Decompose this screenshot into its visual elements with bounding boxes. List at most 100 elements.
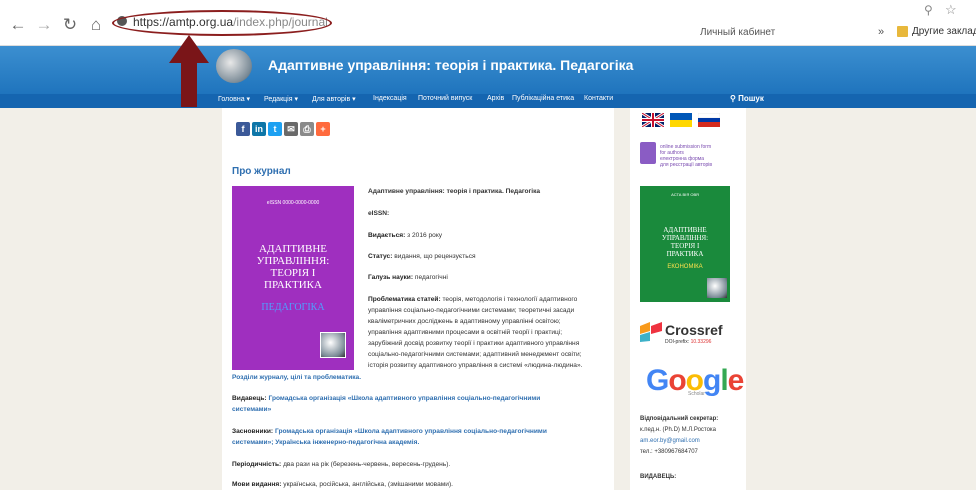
doi-prefix-value: 10.33296 [690, 339, 712, 345]
publisher-row: Видавець: Громадська організація «Школа … [232, 395, 540, 402]
cover-title-line: ПРАКТИКА [264, 279, 322, 291]
periodicity-label: Періодичність: [232, 461, 282, 468]
home-icon[interactable]: ⌂ [86, 16, 106, 34]
submission-form-link[interactable]: online submission form for authors елект… [660, 144, 712, 168]
print-icon[interactable]: ⎙ [300, 122, 314, 136]
submission-text: для реєстрації авторів [660, 162, 713, 168]
bookmarks-overflow-button[interactable]: » [878, 26, 884, 38]
secretary-phone: тел.: +380967684707 [640, 449, 698, 455]
uk-flag-icon[interactable] [642, 113, 664, 127]
field-row: Галузь науки: педагогічні [368, 274, 448, 281]
field-value: педагогічні [414, 274, 448, 281]
publisher-label: Видавець: [232, 395, 267, 402]
problems-text: кваліметричних досліджень в адаптивному … [368, 318, 561, 325]
cover2-title-line: ТЕОРІЯ І [670, 242, 700, 250]
publisher-link[interactable]: системами» [232, 406, 271, 413]
problems-text: соціально-педагогічними системами; адапт… [368, 351, 582, 358]
founders-row: Засновники: Громадська організація «Школ… [232, 428, 547, 435]
crossref-icon[interactable] [640, 322, 662, 342]
menu-item-editorial[interactable]: Редакція ▾ [264, 95, 298, 103]
crossref-logo[interactable]: Crossref [665, 322, 723, 338]
cover-issn: eISSN 0000-0000-0000 [266, 200, 320, 206]
problems-text: зарубіжний досвід розвитку теорії і прак… [368, 340, 580, 347]
published-value: з 2016 року [407, 232, 443, 239]
russia-flag-icon[interactable] [698, 113, 720, 127]
cover2-title: АДАПТИВНЕ УПРАВЛІННЯ: ТЕОРІЯ І ПРАКТИКА [640, 226, 730, 258]
share-more-icon[interactable]: + [316, 122, 330, 136]
form-icon[interactable] [640, 142, 656, 164]
site-logo[interactable] [216, 49, 252, 83]
menu-item-archive[interactable]: Архів [487, 95, 504, 102]
search-label: Пошук [738, 94, 764, 103]
cover-title-line: УПРАВЛІННЯ: [256, 255, 330, 267]
zoom-icon[interactable]: ⚲ [924, 3, 933, 17]
field-label: Галузь науки: [368, 274, 414, 281]
problems-text: управління адаптивними процесами в освіт… [368, 329, 563, 336]
personal-cabinet-link[interactable]: Личный кабинет [700, 27, 775, 38]
secretary-name: к.пед.н. (Ph.D) М.Л.Ростока [640, 427, 717, 433]
menu-item-indexing[interactable]: Індексація [373, 95, 407, 102]
cover2-header: АСТА ВІЯ ОВЯ [671, 192, 699, 197]
search-button[interactable]: ⚲ Пошук [730, 94, 764, 103]
economics-journal-cover[interactable]: АСТА ВІЯ ОВЯ АДАПТИВНЕ УПРАВЛІННЯ: ТЕОРІ… [640, 186, 730, 302]
cover2-title-line: ПРАКТИКА [666, 250, 704, 258]
doi-prefix: DOI-prefix: 10.33296 [665, 339, 711, 345]
problems-text: теорія, методологія і технології адаптив… [442, 296, 578, 303]
founders-label: Засновники: [232, 428, 274, 435]
menu-item-ethics[interactable]: Публікаційна етика [512, 95, 574, 102]
founders-link[interactable]: системами»; Українська інженерно-педагог… [232, 439, 419, 446]
published-row: Видається: з 2016 року [368, 232, 442, 239]
status-value: видання, що рецензується [394, 253, 476, 260]
eissn-label: eISSN: [368, 210, 390, 217]
url-highlight-ellipse [112, 10, 332, 36]
facebook-icon[interactable]: f [236, 122, 250, 136]
languages-value: українська, російська, англійська, (зміш… [283, 481, 453, 488]
menu-item-contacts[interactable]: Контакти [584, 95, 613, 102]
forward-icon[interactable]: → [34, 16, 54, 34]
periodicity-row: Періодичність: два рази на рік (березень… [232, 461, 450, 468]
cover-title-line: АДАПТИВНЕ [259, 243, 327, 255]
browser-toolbar: ← → ↻ ⌂ https://amtp.org.ua/index.php/jo… [0, 0, 976, 46]
sections-link[interactable]: Розділи журналу, цілі та проблематика. [232, 374, 361, 381]
cover-title: АДАПТИВНЕ УПРАВЛІННЯ: ТЕОРІЯ І ПРАКТИКА [232, 243, 354, 291]
cover2-title-line: АДАПТИВНЕ [663, 226, 707, 234]
cover-logo [320, 332, 346, 358]
secretary-label: Відповідальний секретар: [640, 416, 719, 422]
other-bookmarks-link[interactable]: Другие закладк [912, 26, 976, 37]
about-heading: Про журнал [232, 166, 291, 177]
status-row: Статус: видання, що рецензується [368, 253, 476, 260]
search-icon: ⚲ [730, 94, 736, 103]
cover2-logo [707, 278, 727, 298]
languages-row: Мови видання: українська, російська, анг… [232, 481, 453, 488]
red-arrow-icon [169, 35, 209, 107]
back-icon[interactable]: ← [8, 16, 28, 34]
publisher-link[interactable]: Громадська організація «Школа адаптивног… [268, 395, 540, 402]
twitter-icon[interactable]: t [268, 122, 282, 136]
scholar-label: Scholar [688, 391, 705, 397]
journal-cover: eISSN 0000-0000-0000 АДАПТИВНЕ УПРАВЛІНН… [232, 186, 354, 370]
reload-icon[interactable]: ↻ [60, 16, 80, 34]
folder-icon [897, 26, 908, 37]
sidebar-publisher-label: ВИДАВЕЦЬ: [640, 474, 677, 480]
menu-item-authors[interactable]: Для авторів ▾ [312, 95, 356, 103]
ukraine-flag-icon[interactable] [670, 113, 692, 127]
doi-prefix-label: DOI-prefix: [665, 339, 690, 345]
cover-subtitle: ПЕДАГОГІКА [261, 302, 325, 313]
problems-text: управління соціально-педагогічними систе… [368, 307, 575, 314]
cover-title-line: ТЕОРІЯ І [270, 267, 316, 279]
periodicity-value: два рази на рік (березень-червень, верес… [283, 461, 451, 468]
founders-link[interactable]: Громадська організація «Школа адаптивног… [275, 428, 547, 435]
menu-item-home[interactable]: Головна ▾ [218, 95, 250, 103]
problems-label: Проблематика статей: [368, 296, 441, 303]
cover2-subtitle: ЕКОНОМІКА [667, 264, 703, 270]
cover2-title-line: УПРАВЛІННЯ: [661, 234, 709, 242]
problems-row: Проблематика статей: теорія, методологія… [368, 296, 577, 303]
languages-label: Мови видання: [232, 481, 282, 488]
site-title[interactable]: Адаптивне управління: теорія і практика.… [268, 57, 633, 73]
bookmark-star-icon[interactable]: ☆ [945, 2, 957, 18]
linkedin-icon[interactable]: in [252, 122, 266, 136]
email-icon[interactable]: ✉ [284, 122, 298, 136]
secretary-email[interactable]: am.eor.by@gmail.com [640, 438, 700, 444]
journal-name: Адаптивне управління: теорія і практика.… [368, 188, 541, 195]
menu-item-current-issue[interactable]: Поточний випуск [418, 95, 472, 102]
